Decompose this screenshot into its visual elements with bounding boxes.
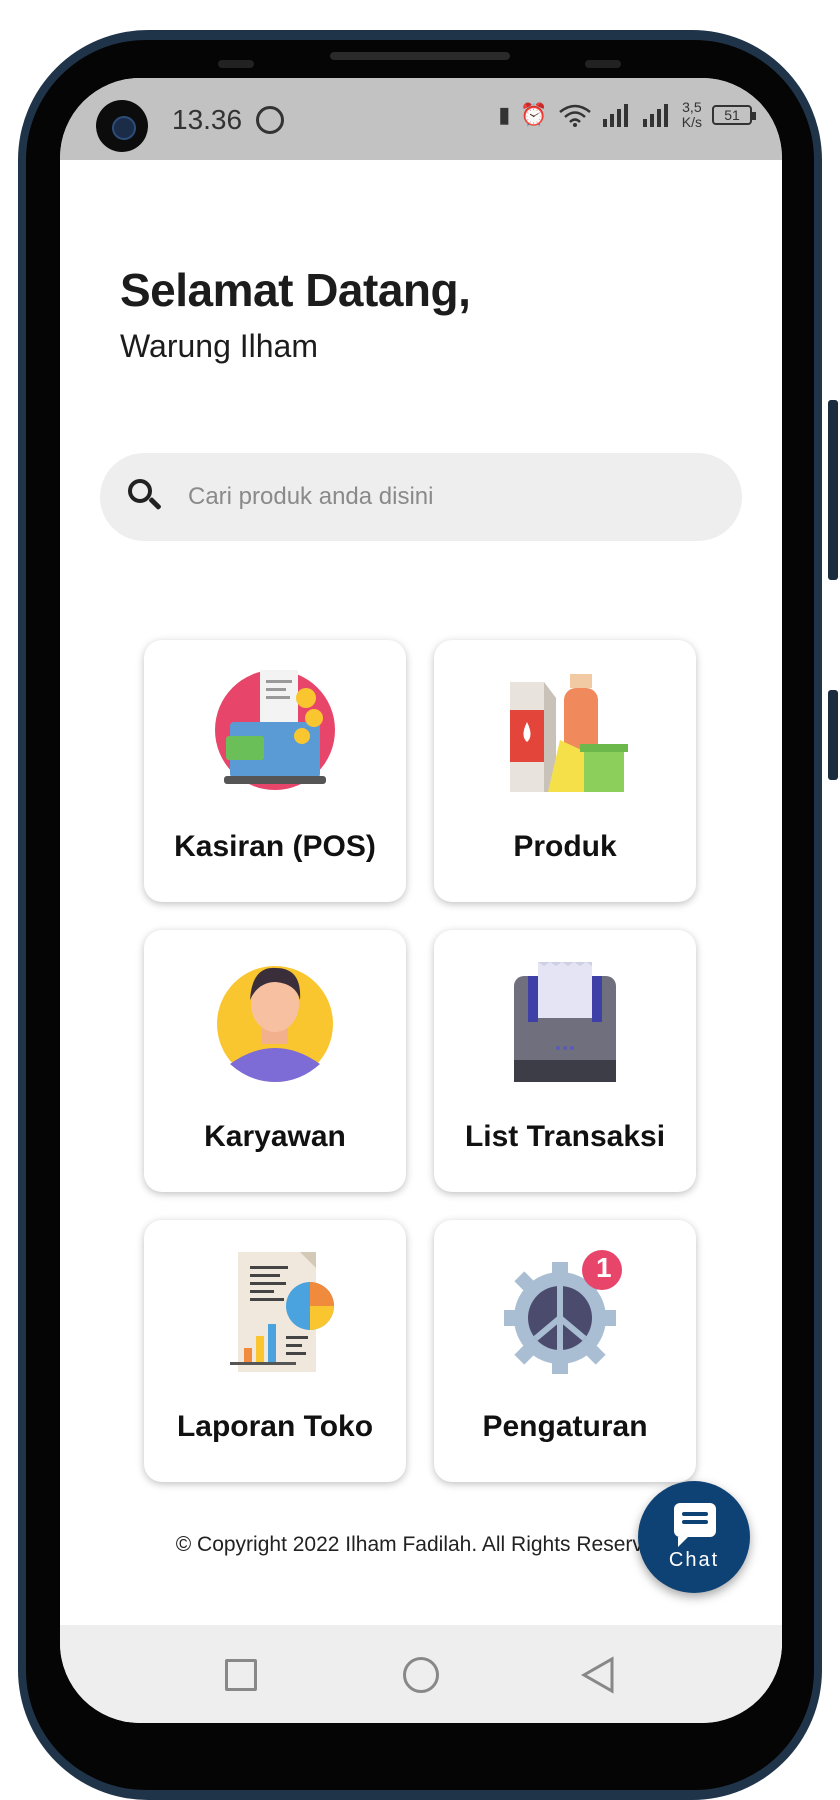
page-title: Selamat Datang, (120, 264, 471, 316)
menu-label: List Transaksi (464, 1120, 666, 1153)
sensor-dot (218, 60, 254, 68)
menu-label: Karyawan (204, 1120, 346, 1153)
wifi-icon (558, 104, 591, 127)
power-button (828, 690, 838, 780)
employee-icon (210, 960, 340, 1086)
receipt-printer-icon (500, 960, 630, 1086)
menu-card-laporan-toko[interactable]: Laporan Toko (144, 1220, 406, 1482)
status-bar: 13.36 ▮ ⏰ 3,5 K/s 51 (60, 78, 782, 160)
battery-icon: 51 (712, 105, 756, 125)
menu-label: Produk (513, 830, 617, 863)
menu-card-produk[interactable]: Produk (434, 640, 696, 902)
earpiece-speaker (330, 52, 510, 60)
cashier-icon (210, 670, 340, 796)
network-speed: 3,5 K/s (682, 100, 702, 130)
alarm-icon: ⏰ (520, 102, 548, 127)
whatsapp-icon (256, 106, 284, 134)
menu-card-karyawan[interactable]: Karyawan (144, 930, 406, 1192)
search-bar[interactable] (100, 453, 742, 541)
notification-badge: 1 (596, 1252, 612, 1283)
speed-unit: K/s (681, 114, 702, 130)
report-icon (210, 1250, 340, 1376)
menu-label: Laporan Toko (176, 1410, 374, 1443)
front-camera (96, 100, 148, 152)
speed-value: 3,5 (682, 99, 702, 115)
menu-label: Kasiran (POS) (174, 830, 376, 863)
chat-bubble-icon (674, 1503, 716, 1547)
volume-button (828, 400, 838, 580)
products-icon (500, 670, 630, 796)
app-screen: 13.36 ▮ ⏰ 3,5 K/s 51 Selamat Datang, War… (60, 78, 782, 1723)
store-name: Warung Ilham (120, 328, 318, 364)
signal-icon-2 (642, 104, 668, 127)
status-icons: ▮ ⏰ 3,5 K/s 51 (498, 100, 756, 130)
sensor-dot (585, 60, 621, 68)
chat-button[interactable]: Chat (638, 1481, 750, 1593)
menu-card-pengaturan[interactable]: 1 Pengaturan (434, 1220, 696, 1482)
menu-card-kasiran[interactable]: Kasiran (POS) (144, 640, 406, 902)
chat-label: Chat (668, 1549, 720, 1571)
status-time: 13.36 (172, 104, 243, 135)
settings-gear-icon: 1 (500, 1250, 630, 1376)
system-nav-bar (60, 1625, 782, 1723)
menu-label: Pengaturan (482, 1410, 648, 1443)
recent-apps-button[interactable] (225, 1659, 257, 1691)
signal-icon (602, 104, 628, 127)
menu-card-list-transaksi[interactable]: List Transaksi (434, 930, 696, 1192)
vibrate-icon: ▮ (498, 102, 511, 127)
back-button[interactable] (580, 1655, 616, 1695)
search-icon (126, 477, 166, 517)
search-input[interactable] (188, 483, 688, 511)
home-button[interactable] (403, 1657, 439, 1693)
